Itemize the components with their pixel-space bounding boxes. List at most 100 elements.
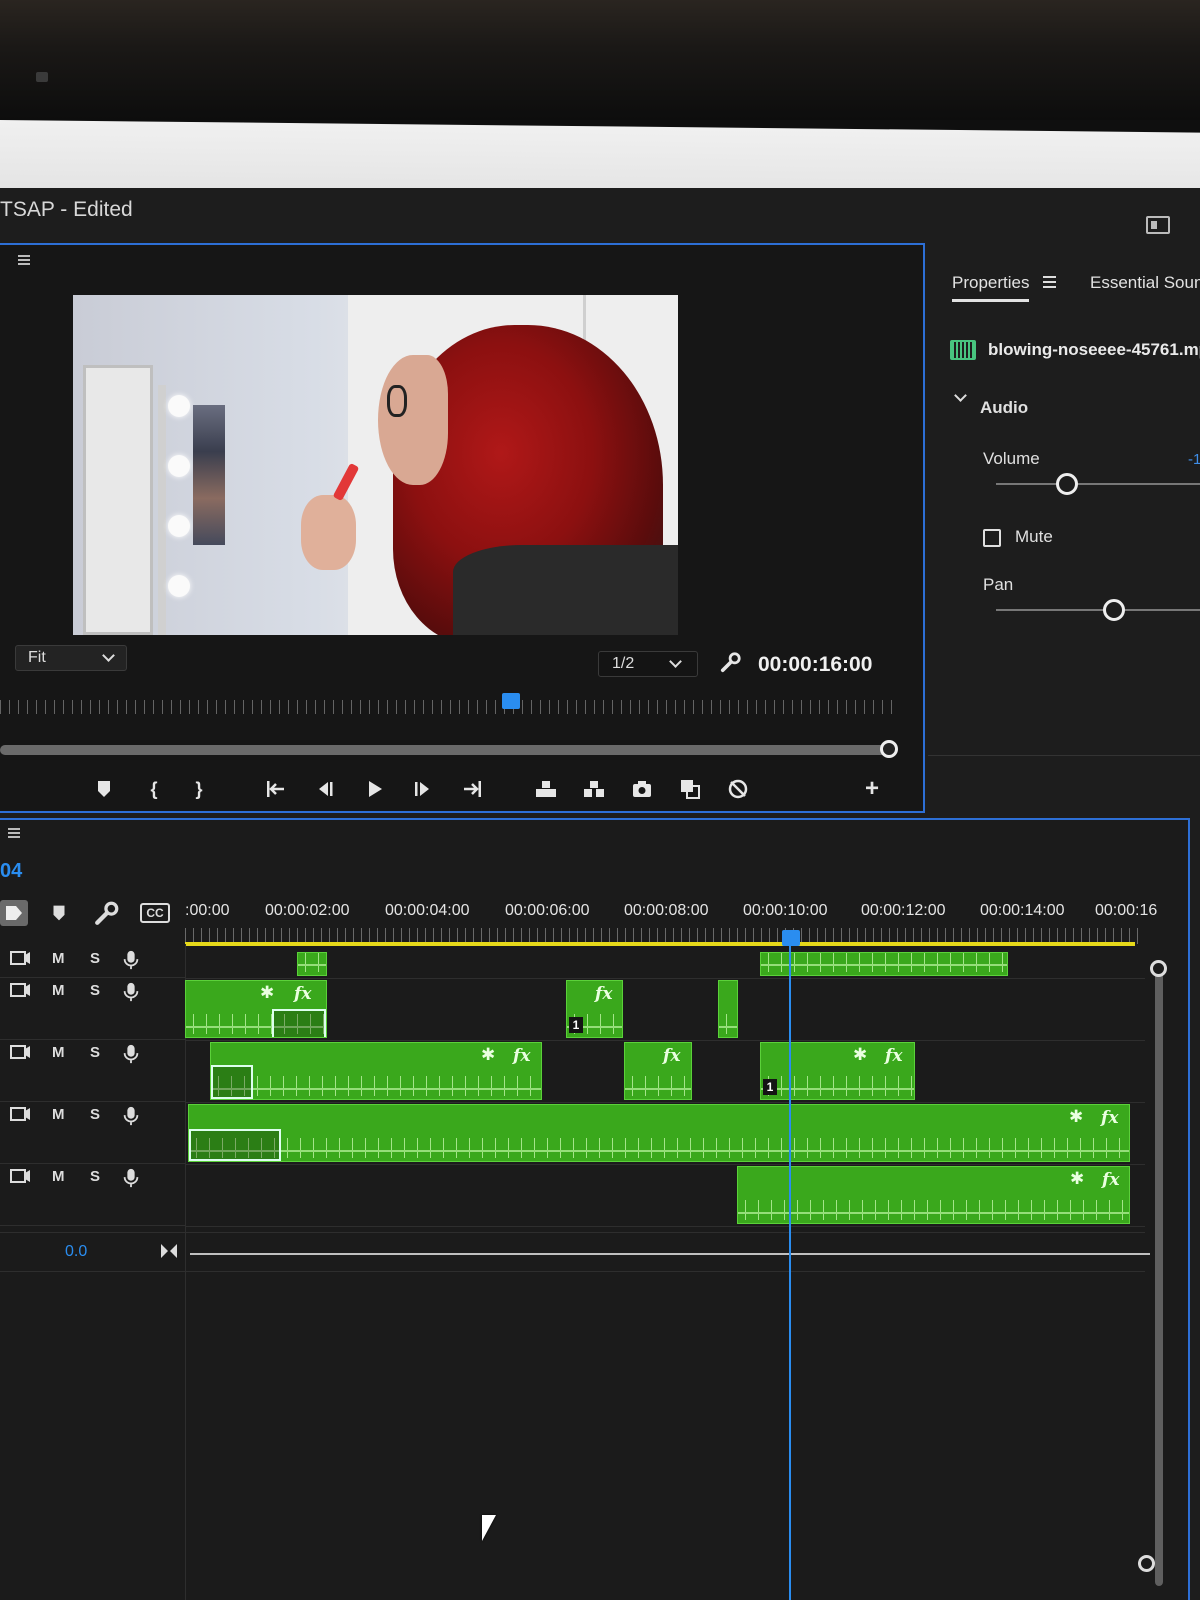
master-bowtie-icon[interactable] (160, 1243, 178, 1259)
ruler-label: 00:00:02:00 (265, 902, 350, 919)
clip-waveform (761, 953, 1007, 972)
ruler-label: :00:00 (185, 902, 230, 919)
track-output-icon[interactable] (10, 1106, 32, 1122)
clip-marker: 1 (763, 1079, 777, 1095)
timeline-vertical-scrollbar[interactable] (1155, 966, 1163, 1586)
step-forward-icon[interactable] (408, 777, 436, 801)
zoom-select[interactable]: Fit (15, 645, 127, 671)
resolution-select[interactable]: 1/2 (598, 651, 698, 677)
audio-transition[interactable] (189, 1129, 281, 1161)
audio-transition[interactable] (211, 1065, 253, 1099)
add-button-icon[interactable]: + (858, 775, 886, 802)
solo-track-button[interactable]: S (90, 1168, 100, 1185)
mark-in-icon[interactable]: { (140, 777, 168, 801)
monitor-menu-icon[interactable] (18, 255, 30, 265)
video-preview (73, 295, 678, 635)
scrollbar-handle-bottom[interactable] (1138, 1555, 1155, 1572)
mute-track-button[interactable]: M (52, 982, 65, 999)
audio-clip[interactable]: ✱ fx 1 (760, 1042, 915, 1100)
camera-icon[interactable] (628, 777, 656, 801)
go-to-in-icon[interactable] (262, 777, 290, 801)
solo-track-button[interactable]: S (90, 1044, 100, 1061)
timeline-menu-icon[interactable] (8, 828, 20, 838)
extract-icon[interactable] (580, 777, 608, 801)
audio-clip[interactable] (718, 980, 738, 1038)
mute-track-button[interactable]: M (52, 1044, 65, 1061)
clip-waveform (719, 1014, 737, 1034)
panel-layout-icon[interactable] (1146, 216, 1170, 234)
scrollbar-handle[interactable] (880, 740, 898, 758)
mute-track-button[interactable]: M (52, 1106, 65, 1123)
microphone-icon[interactable] (122, 1106, 140, 1126)
microphone-icon[interactable] (122, 982, 140, 1002)
timeline-panel: 04 CC :00:00 00:00:02:00 00:00:04:00 00:… (0, 818, 1190, 1600)
track-output-icon[interactable] (10, 950, 32, 966)
pan-slider-handle[interactable] (1103, 599, 1125, 621)
volume-label: Volume (983, 449, 1040, 468)
volume-value[interactable]: -1 (1188, 451, 1200, 468)
mute-checkbox[interactable] (983, 529, 1001, 547)
pan-label: Pan (983, 575, 1014, 594)
tab-properties[interactable]: Properties (952, 273, 1030, 302)
play-icon[interactable] (360, 777, 388, 801)
master-volume-value[interactable]: 0.0 (65, 1243, 87, 1261)
timeline-playhead-handle[interactable] (782, 930, 800, 946)
audio-clip[interactable]: fx (624, 1042, 692, 1100)
volume-slider-handle[interactable] (1056, 473, 1078, 495)
fx-badge: fx (663, 1046, 681, 1066)
wrench-icon[interactable] (720, 651, 742, 673)
mute-label: Mute (1015, 527, 1053, 546)
track-output-icon[interactable] (10, 1168, 32, 1184)
pan-slider-track[interactable] (996, 609, 1200, 611)
audio-clip[interactable]: ✱ fx (737, 1166, 1130, 1224)
audio-section-header[interactable]: Audio (980, 398, 1028, 418)
audio-clip[interactable]: fx 1 (566, 980, 623, 1038)
timeline-timecode[interactable]: 04 (0, 860, 22, 883)
lift-icon[interactable] (532, 777, 560, 801)
vr-toggle-icon[interactable] (724, 777, 752, 801)
mute-track-button[interactable]: M (52, 950, 65, 967)
scrollbar-handle-top[interactable] (1150, 960, 1167, 977)
add-marker-icon[interactable] (90, 777, 118, 801)
work-area-bar[interactable] (185, 942, 1135, 946)
chevron-down-icon[interactable] (954, 389, 967, 402)
mute-track-button[interactable]: M (52, 1168, 65, 1185)
ruler-label: 00:00:14:00 (980, 902, 1065, 919)
track-output-icon[interactable] (10, 982, 32, 998)
audio-transition[interactable] (272, 1009, 326, 1037)
audio-clip[interactable] (760, 952, 1008, 976)
fx-badge: fx (885, 1046, 903, 1066)
resolution-select-value: 1/2 (612, 655, 635, 672)
monitor-time-ruler[interactable] (0, 692, 900, 714)
monitor-zoom-scrollbar[interactable] (0, 745, 890, 755)
playhead-timecode[interactable]: 00:00:16:00 (758, 653, 872, 677)
audio-clip[interactable] (297, 952, 327, 976)
step-back-icon[interactable] (312, 777, 340, 801)
solo-track-button[interactable]: S (90, 950, 100, 967)
microphone-icon[interactable] (122, 1044, 140, 1064)
marker-icon[interactable] (48, 900, 70, 926)
captions-icon[interactable]: CC (140, 903, 170, 923)
go-to-out-icon[interactable] (458, 777, 486, 801)
master-volume-line[interactable] (190, 1253, 1150, 1255)
mark-out-icon[interactable]: } (185, 777, 213, 801)
monitor-playhead[interactable] (502, 693, 520, 709)
audio-clip[interactable]: ✱ fx (185, 980, 327, 1038)
track-output-icon[interactable] (10, 1044, 32, 1060)
ruler-label: 00:00:04:00 (385, 902, 470, 919)
audio-clip[interactable]: ✱ fx (188, 1104, 1130, 1162)
properties-menu-icon[interactable] (1043, 276, 1056, 288)
microphone-icon[interactable] (122, 950, 140, 970)
tab-essential-sound[interactable]: Essential Sound (1090, 273, 1200, 293)
keyframe-star-icon: ✱ (1069, 1107, 1084, 1126)
snap-icon[interactable] (0, 900, 28, 926)
wrench-icon[interactable] (94, 900, 120, 926)
solo-track-button[interactable]: S (90, 1106, 100, 1123)
volume-slider-track[interactable] (996, 483, 1200, 485)
microphone-icon[interactable] (122, 1168, 140, 1188)
timeline-playhead-line[interactable] (789, 944, 791, 1600)
compare-view-icon[interactable] (676, 777, 704, 801)
fx-badge: fx (595, 984, 613, 1004)
solo-track-button[interactable]: S (90, 982, 100, 999)
audio-clip[interactable]: ✱ fx (210, 1042, 542, 1100)
